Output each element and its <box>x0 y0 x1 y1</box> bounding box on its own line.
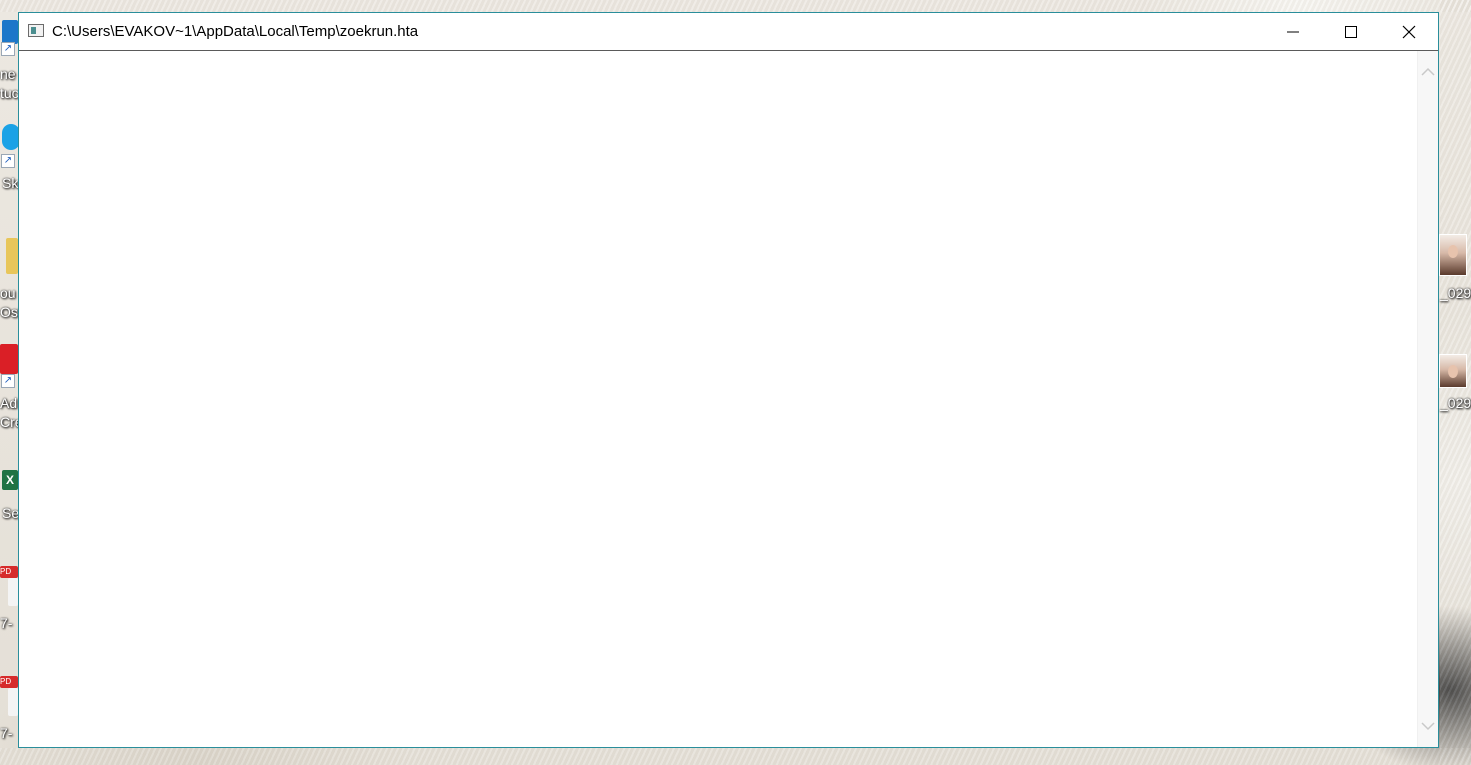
adobe-creative-cloud-icon <box>0 344 18 374</box>
shortcut-arrow-icon: ↗ <box>1 374 15 388</box>
wallpaper-fur-top <box>0 0 1471 12</box>
desktop-icon-2-label: Sk <box>2 175 19 191</box>
desktop-icon-7-label: 7- <box>0 725 13 741</box>
desktop-icon-5-label: Se <box>2 505 20 521</box>
vertical-scrollbar[interactable] <box>1417 51 1438 747</box>
desktop-icon-1-label: ne <box>0 66 16 82</box>
window-titlebar[interactable]: C:\Users\EVAKOV~1\AppData\Local\Temp\zoe… <box>19 13 1438 51</box>
maximize-icon <box>1345 25 1357 38</box>
desktop-icon-3-label: ou <box>0 285 16 301</box>
hta-window[interactable]: C:\Users\EVAKOV~1\AppData\Local\Temp\zoe… <box>18 12 1439 748</box>
desktop-icon-6-label: 7- <box>0 615 13 631</box>
chevron-up-icon <box>1421 67 1435 76</box>
window-client-area[interactable] <box>19 51 1438 747</box>
shortcut-arrow-icon: ↗ <box>1 154 15 168</box>
hta-window-icon-pane <box>31 27 36 34</box>
app-shortcut-icon <box>2 20 18 44</box>
photo-icon[interactable] <box>1439 354 1467 388</box>
folder-icon <box>6 238 18 274</box>
photo-icon[interactable] <box>1439 234 1467 276</box>
maximize-button[interactable] <box>1322 13 1380 50</box>
scrollbar-track[interactable] <box>1418 85 1438 713</box>
shortcut-arrow-icon: ↗ <box>1 42 15 56</box>
close-icon <box>1402 25 1416 38</box>
scroll-up-button[interactable] <box>1421 65 1435 79</box>
window-title: C:\Users\EVAKOV~1\AppData\Local\Temp\zoe… <box>52 23 419 40</box>
scroll-down-button[interactable] <box>1421 719 1435 733</box>
pdf-icon: PD <box>0 566 18 578</box>
minimize-button[interactable] <box>1264 13 1322 50</box>
pdf-page-icon <box>8 688 18 716</box>
pdf-icon: PD <box>0 676 18 688</box>
photo-face <box>1448 245 1458 258</box>
minimize-icon <box>1287 31 1299 32</box>
chevron-down-icon <box>1421 722 1435 731</box>
desktop-icon-1-label-2: tuc <box>0 85 19 101</box>
desktop-photo-2-label: _029 <box>1440 395 1471 411</box>
hta-window-icon[interactable] <box>28 24 44 37</box>
desktop-icon-4-label: Ad <box>0 395 18 411</box>
desktop-photo-1-label: _029 <box>1440 285 1471 301</box>
wallpaper-fur-bottom <box>0 748 1471 765</box>
close-button[interactable] <box>1380 13 1438 50</box>
excel-icon: X <box>2 470 18 490</box>
pdf-page-icon <box>8 578 18 606</box>
photo-face <box>1448 365 1458 378</box>
